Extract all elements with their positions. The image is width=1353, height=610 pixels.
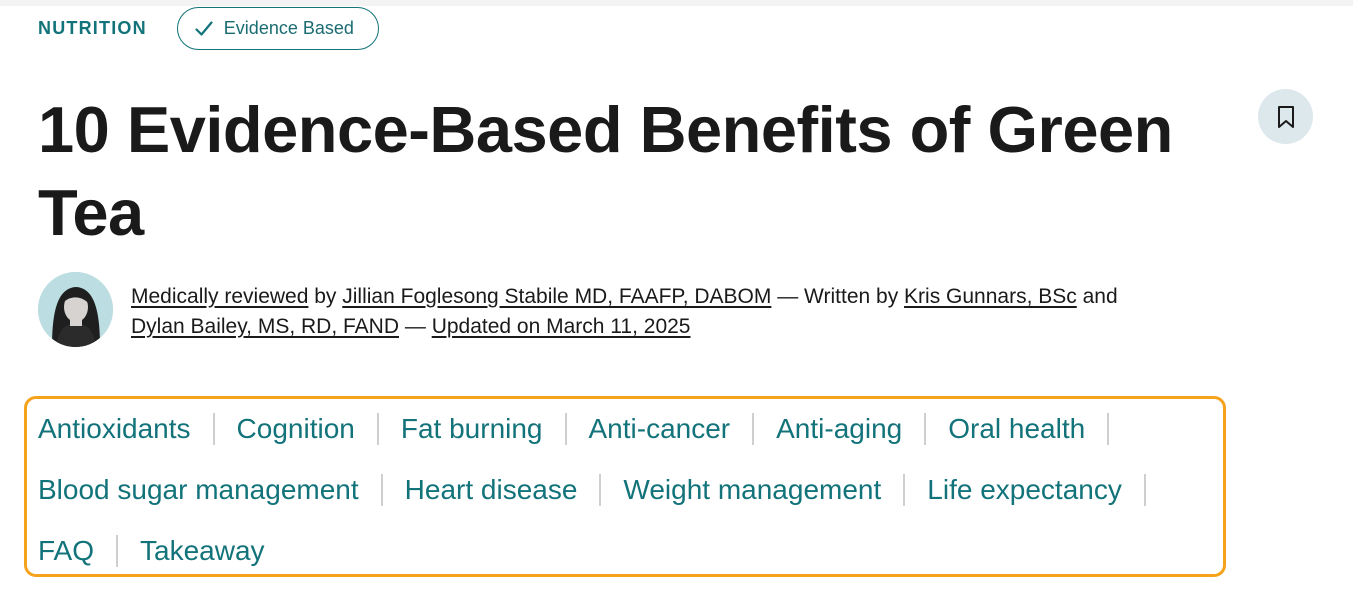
- toc-link-antioxidants[interactable]: Antioxidants: [38, 413, 191, 445]
- toc-separator: [380, 474, 383, 506]
- toc-row: Blood sugar management Heart disease Wei…: [38, 470, 1168, 510]
- toc-row: FAQ Takeaway: [38, 531, 265, 571]
- toc-link-takeaway[interactable]: Takeaway: [140, 535, 265, 567]
- toc-separator: [212, 413, 215, 445]
- toc-link-life-expectancy[interactable]: Life expectancy: [927, 474, 1122, 506]
- medically-reviewed-link[interactable]: Medically reviewed: [131, 285, 308, 308]
- bookmark-button[interactable]: [1258, 89, 1313, 144]
- toc-separator: [376, 413, 379, 445]
- page-title: 10 Evidence-Based Benefits of Green Tea: [38, 93, 1173, 249]
- byline-text: by: [308, 285, 343, 308]
- toc-link-weight-management[interactable]: Weight management: [623, 474, 881, 506]
- toc-link-anti-cancer[interactable]: Anti-cancer: [589, 413, 731, 445]
- badge-label: Evidence Based: [223, 18, 354, 38]
- toc-separator: [752, 413, 755, 445]
- toc-link-faq[interactable]: FAQ: [38, 535, 94, 567]
- toc-link-cognition[interactable]: Cognition: [237, 413, 355, 445]
- check-icon: [194, 19, 214, 39]
- toc-link-fat-burning[interactable]: Fat burning: [401, 413, 543, 445]
- toc-link-anti-aging[interactable]: Anti-aging: [776, 413, 902, 445]
- table-of-contents: Antioxidants Cognition Fat burning Anti-…: [24, 396, 1226, 577]
- toc-separator: [599, 474, 602, 506]
- byline-text: —: [399, 315, 432, 338]
- toc-separator: [564, 413, 567, 445]
- toc-separator: [1143, 474, 1146, 506]
- byline-text: — Written by: [771, 285, 905, 308]
- reviewer-link[interactable]: Jillian Foglesong Stabile MD, FAAFP, DAB…: [342, 285, 771, 308]
- evidence-based-badge[interactable]: Evidence Based: [176, 7, 379, 50]
- toc-separator: [924, 413, 927, 445]
- toc-link-oral-health[interactable]: Oral health: [948, 413, 1085, 445]
- author-link[interactable]: Dylan Bailey, MS, RD, FAND: [131, 315, 399, 338]
- toc-row: Antioxidants Cognition Fat burning Anti-…: [38, 409, 1131, 449]
- toc-link-blood-sugar[interactable]: Blood sugar management: [38, 474, 359, 506]
- toc-separator: [116, 535, 119, 567]
- avatar[interactable]: [38, 272, 113, 347]
- toc-separator: [1107, 413, 1110, 445]
- byline: Medically reviewed by Jillian Foglesong …: [131, 282, 1281, 342]
- toc-link-heart-disease[interactable]: Heart disease: [405, 474, 578, 506]
- category-label[interactable]: NUTRITION: [38, 18, 147, 39]
- toc-separator: [903, 474, 906, 506]
- bookmark-icon: [1273, 104, 1299, 130]
- byline-text: and: [1076, 285, 1118, 308]
- updated-date-link[interactable]: Updated on March 11, 2025: [432, 315, 691, 338]
- category-row: NUTRITION Evidence Based: [38, 6, 379, 51]
- author-link[interactable]: Kris Gunnars, BSc: [904, 285, 1077, 308]
